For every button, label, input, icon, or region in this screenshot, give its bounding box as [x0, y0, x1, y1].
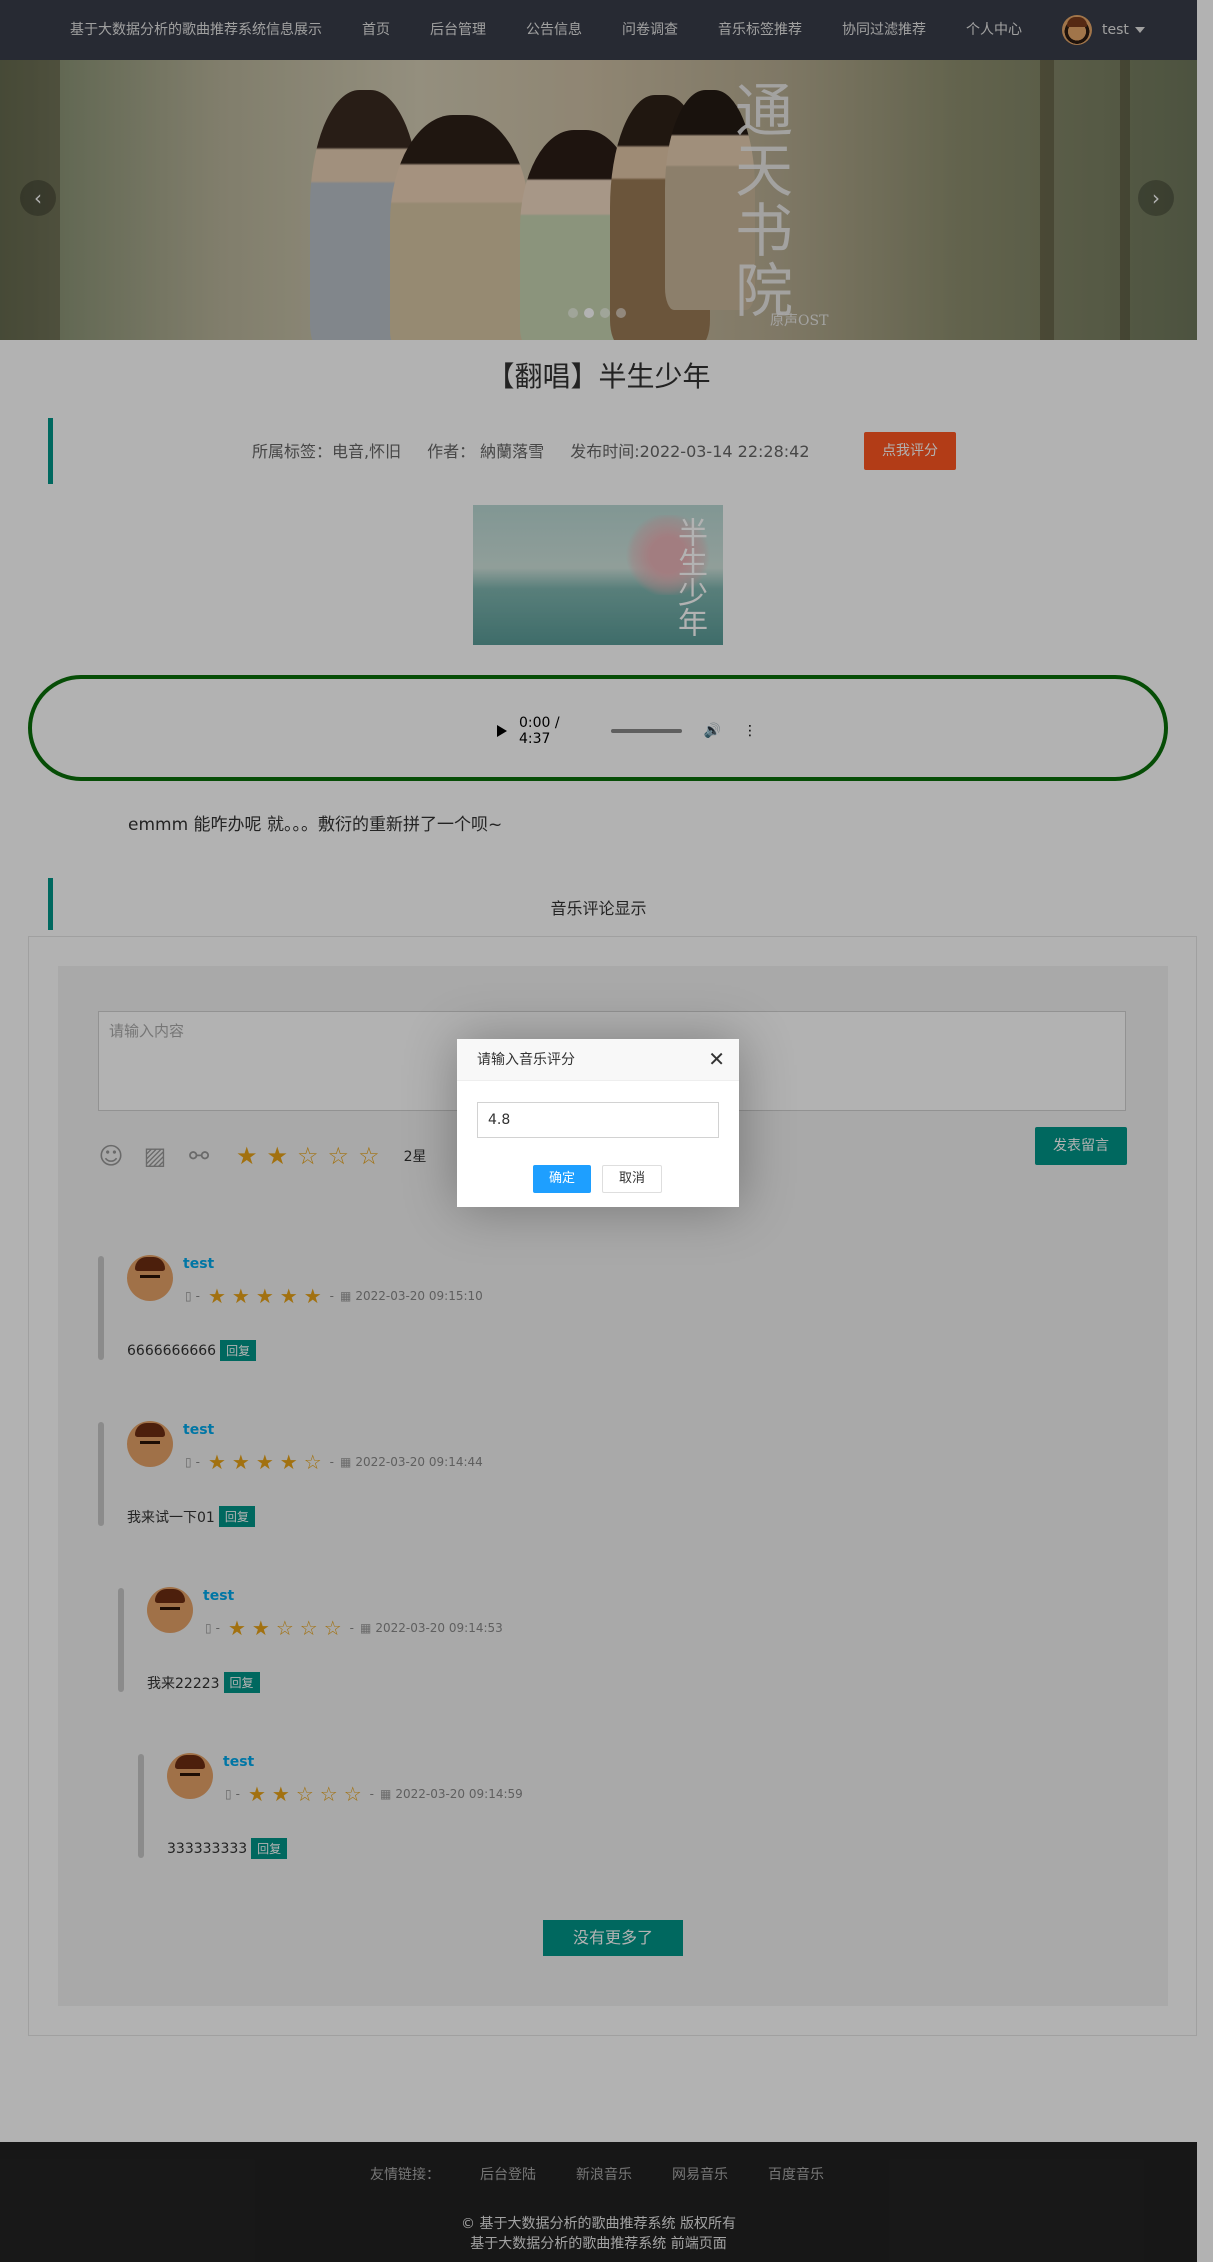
cancel-button[interactable]: 取消 [602, 1165, 662, 1193]
rating-input[interactable]: 4.8 [477, 1102, 719, 1138]
dialog-title: 请输入音乐评分 [457, 1039, 739, 1081]
close-icon[interactable]: ✕ [708, 1049, 725, 1069]
rating-dialog: 请输入音乐评分 ✕ 4.8 确定 取消 [457, 1039, 739, 1207]
confirm-button[interactable]: 确定 [533, 1165, 591, 1193]
